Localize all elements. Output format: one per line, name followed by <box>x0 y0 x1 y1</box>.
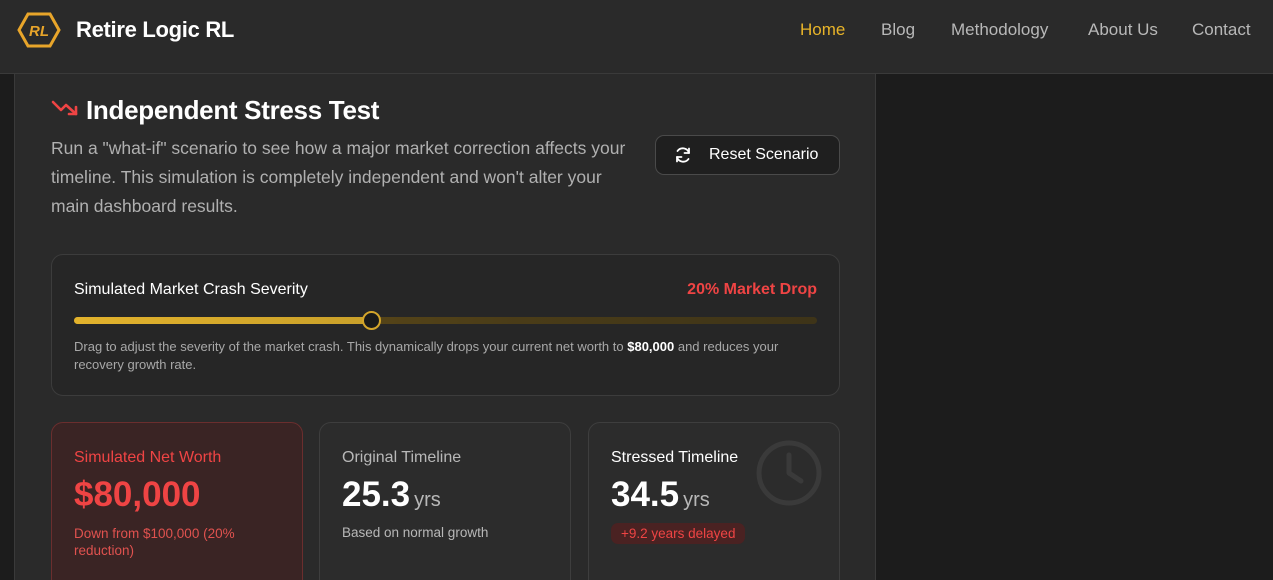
section-title: Independent Stress Test <box>86 95 380 125</box>
reset-scenario-label: Reset Scenario <box>709 146 819 163</box>
slider-fill <box>74 317 371 324</box>
logo-text: RL <box>29 23 49 40</box>
help-text-before: Drag to adjust the severity of the marke… <box>74 339 628 354</box>
original-timeline-label: Original Timeline <box>342 449 462 466</box>
slider-label: Simulated Market Crash Severity <box>74 281 308 298</box>
crash-severity-slider[interactable] <box>74 317 817 324</box>
nav-home[interactable]: Home <box>800 20 845 40</box>
stressed-timeline-card: Stressed Timeline 34.5 yrs +9.2 years del… <box>588 422 840 580</box>
refresh-icon <box>676 147 690 163</box>
logo-icon[interactable]: RL <box>17 12 61 48</box>
simulated-net-worth-note: Down from $100,000 (20% reduction) <box>74 526 235 558</box>
slider-value-label: 20% Market Drop <box>687 281 817 298</box>
original-timeline-value: 25.3 yrs <box>342 475 441 515</box>
site-header: RL Retire Logic RL Home Blog Methodology… <box>0 0 1273 74</box>
brand-name[interactable]: Retire Logic RL <box>76 17 234 43</box>
reset-scenario-button[interactable]: Reset Scenario <box>655 135 840 175</box>
slider-help-text: Drag to adjust the severity of the marke… <box>74 338 819 374</box>
original-years: 25.3 <box>342 475 411 514</box>
nav-about-us[interactable]: About Us <box>1088 20 1158 40</box>
original-timeline-note: Based on normal growth <box>342 525 489 540</box>
section-description: Run a "what-if" scenario to see how a ma… <box>51 138 626 216</box>
clock-icon <box>756 440 822 506</box>
simulated-net-worth-value: $80,000 <box>74 475 201 514</box>
stressed-timeline-label: Stressed Timeline <box>611 449 739 466</box>
nav-blog[interactable]: Blog <box>881 20 915 40</box>
original-timeline-card: Original Timeline 25.3 yrs Based on norma… <box>319 422 571 580</box>
slider-thumb[interactable] <box>362 311 381 330</box>
trending-down-icon <box>51 100 78 116</box>
help-text-amount: $80,000 <box>627 339 675 354</box>
nav-methodology[interactable]: Methodology <box>951 20 1048 40</box>
stressed-years: 34.5 <box>611 475 680 514</box>
simulated-net-worth-label: Simulated Net Worth <box>74 449 222 466</box>
delay-badge: +9.2 years delayed <box>611 523 746 544</box>
nav-contact[interactable]: Contact <box>1192 20 1251 40</box>
crash-severity-card: Simulated Market Crash Severity 20% Mark… <box>51 254 840 396</box>
stressed-timeline-value: 34.5 yrs <box>611 475 710 515</box>
stressed-unit: yrs <box>683 489 710 511</box>
original-unit: yrs <box>414 489 441 511</box>
simulated-net-worth-card: Simulated Net Worth $80,000 Down from $1… <box>51 422 303 580</box>
